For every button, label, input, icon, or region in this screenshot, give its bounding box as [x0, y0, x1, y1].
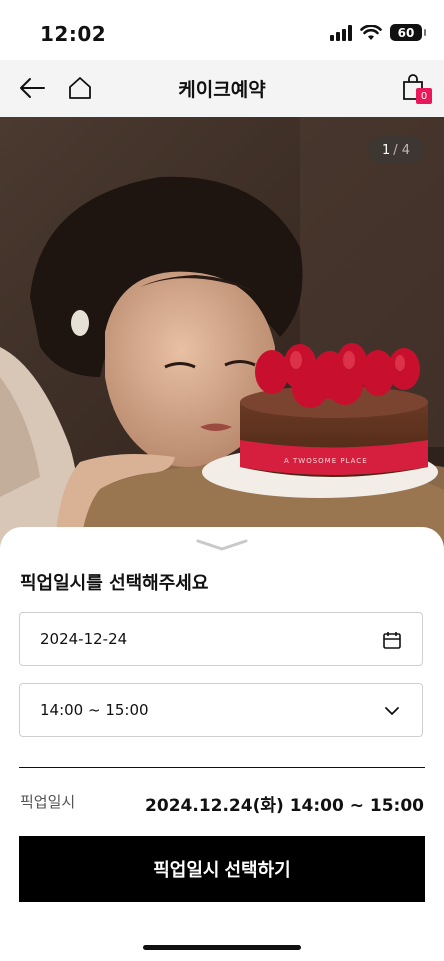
product-image-carousel[interactable]: A TWOSOME PLACE 1 / 4: [0, 117, 444, 547]
battery-icon: 60: [390, 24, 426, 41]
pickup-time-select[interactable]: 14:00 ~ 15:00: [19, 683, 423, 737]
calendar-icon[interactable]: [382, 630, 402, 650]
pickup-date-value: 2024-12-24: [40, 630, 128, 648]
status-icons: 60: [330, 24, 426, 41]
app-header: 케이크예약 0: [0, 60, 444, 117]
cart-button[interactable]: 0: [396, 70, 432, 106]
page-title: 케이크예약: [178, 79, 266, 101]
chevron-down-icon: [196, 539, 248, 551]
carousel-page-separator: /: [393, 142, 398, 158]
sheet-title: 픽업일시를 선택해주세요: [20, 573, 209, 594]
cake-band-text: A TWOSOME PLACE: [284, 457, 368, 465]
pickup-date-field[interactable]: 2024-12-24: [19, 612, 423, 666]
status-bar: 12:02 60: [0, 0, 444, 60]
select-pickup-time-button[interactable]: 픽업일시 선택하기: [19, 836, 425, 902]
pickup-time-bottom-sheet: 픽업일시를 선택해주세요 2024-12-24 14:00 ~ 15:00 픽업…: [0, 527, 444, 961]
cellular-signal-icon: [330, 24, 352, 41]
sheet-drag-handle[interactable]: [196, 537, 248, 551]
pickup-time-value: 14:00 ~ 15:00: [40, 701, 149, 719]
wifi-icon: [360, 24, 382, 40]
product-photo: A TWOSOME PLACE: [0, 117, 444, 547]
battery-level: 60: [397, 25, 415, 40]
cart-count-badge: 0: [416, 88, 432, 104]
divider: [19, 767, 425, 768]
carousel-total-pages: 4: [401, 142, 411, 158]
carousel-current-page: 1: [381, 142, 391, 158]
pickup-summary-value: 2024.12.24(화) 14:00 ~ 15:00: [145, 796, 424, 816]
carousel-page-indicator: 1 / 4: [368, 136, 424, 164]
pickup-summary-label: 픽업일시: [20, 793, 76, 811]
status-time: 12:02: [40, 22, 107, 46]
home-indicator[interactable]: [143, 945, 301, 950]
chevron-down-icon: [385, 707, 399, 715]
